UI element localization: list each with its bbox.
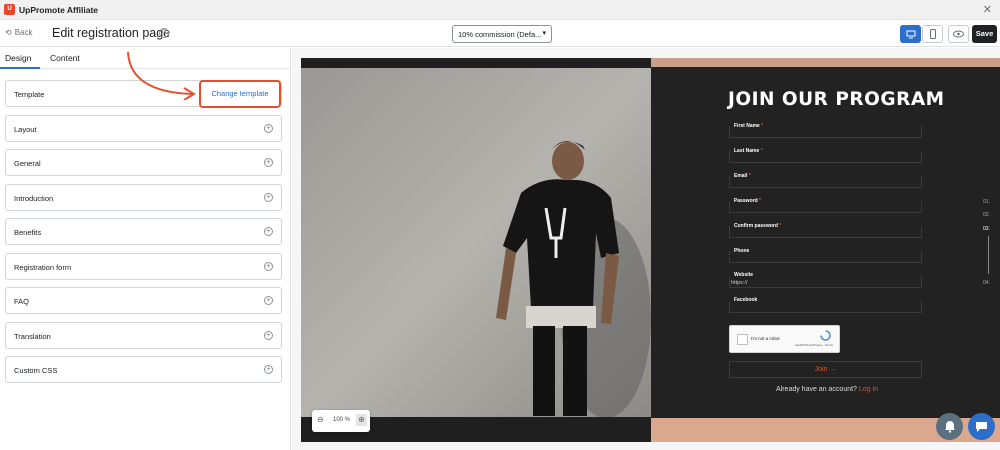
recaptcha-widget[interactable]: I'm not a robot reCAPTCHA Privacy - Term… bbox=[729, 325, 840, 353]
back-button[interactable]: ⟲ Back bbox=[5, 28, 33, 37]
section-label: Translation bbox=[14, 332, 51, 341]
website-input[interactable] bbox=[729, 276, 922, 288]
section-benefits[interactable]: Benefits + bbox=[5, 218, 282, 245]
chat-button[interactable] bbox=[968, 413, 995, 440]
panel-top-strip bbox=[651, 58, 1000, 67]
section-translation[interactable]: Translation + bbox=[5, 322, 282, 349]
chat-icon bbox=[976, 421, 987, 432]
already-text: Already have an account? bbox=[776, 386, 857, 393]
section-introduction[interactable]: Introduction + bbox=[5, 184, 282, 211]
last-name-input[interactable] bbox=[729, 151, 922, 163]
close-icon[interactable]: ✕ bbox=[983, 3, 992, 16]
join-label: Join bbox=[814, 366, 828, 373]
section-registration-form[interactable]: Registration form + bbox=[5, 253, 282, 280]
zoom-out-icon[interactable]: ⊖ bbox=[317, 415, 324, 424]
arrow-right-icon: → bbox=[829, 366, 837, 373]
phone-input[interactable] bbox=[729, 251, 922, 263]
facebook-input[interactable] bbox=[729, 301, 922, 313]
notification-button[interactable] bbox=[936, 413, 963, 440]
section-label: FAQ bbox=[14, 297, 30, 306]
recaptcha-icon bbox=[820, 330, 831, 341]
section-nav-02[interactable]: 02. bbox=[983, 212, 990, 218]
join-button[interactable]: Join → bbox=[729, 361, 922, 378]
section-label: General bbox=[14, 159, 41, 168]
section-label: Custom CSS bbox=[14, 366, 58, 375]
section-faq[interactable]: FAQ + bbox=[5, 287, 282, 314]
active-tab-indicator bbox=[0, 67, 40, 69]
page-title: Edit registration page bbox=[52, 26, 171, 40]
email-input[interactable] bbox=[729, 176, 922, 188]
form-title: JOIN OUR PROGRAM bbox=[728, 89, 945, 110]
zoom-in-icon[interactable]: ⊕ bbox=[356, 414, 367, 426]
mobile-view-button[interactable] bbox=[922, 25, 943, 43]
desktop-icon bbox=[906, 30, 915, 38]
back-label: Back bbox=[14, 28, 33, 37]
expand-icon[interactable]: + bbox=[264, 331, 273, 340]
zoom-control: ⊖ 100 % ⊕ bbox=[312, 410, 370, 432]
recaptcha-checkbox[interactable] bbox=[737, 334, 748, 345]
expand-icon[interactable]: + bbox=[264, 227, 273, 236]
section-label: Layout bbox=[14, 125, 37, 134]
website-input-value: https:// bbox=[731, 280, 748, 286]
back-arrow-icon: ⟲ bbox=[5, 28, 12, 37]
hero-photo bbox=[301, 58, 651, 442]
recaptcha-brand: reCAPTCHA Privacy - Terms bbox=[794, 343, 833, 347]
expand-icon[interactable]: + bbox=[264, 124, 273, 133]
first-name-input[interactable] bbox=[729, 126, 922, 138]
registration-panel bbox=[651, 58, 1000, 442]
section-general[interactable]: General + bbox=[5, 149, 282, 176]
section-label: Benefits bbox=[14, 228, 42, 237]
expand-icon[interactable]: + bbox=[264, 365, 273, 374]
login-link[interactable]: Log in bbox=[859, 386, 878, 393]
password-input[interactable] bbox=[729, 201, 922, 213]
section-label: Registration form bbox=[14, 263, 72, 272]
section-layout[interactable]: Layout + bbox=[5, 115, 282, 142]
confirm-password-input[interactable] bbox=[729, 226, 922, 238]
commission-select[interactable]: 10% commission (Defa... ▾ bbox=[452, 25, 552, 43]
section-nav-line bbox=[988, 236, 989, 274]
title-bar: U UpPromote Affiliate ✕ bbox=[0, 0, 1000, 20]
section-nav-04[interactable]: 04. bbox=[983, 280, 990, 286]
expand-icon[interactable]: + bbox=[264, 158, 273, 167]
section-label: Template bbox=[14, 90, 45, 99]
expand-icon[interactable]: + bbox=[264, 262, 273, 271]
section-nav-03[interactable]: 03. bbox=[983, 226, 990, 232]
expand-icon[interactable]: + bbox=[264, 193, 273, 202]
login-prompt: Already have an account? Log in bbox=[776, 386, 878, 393]
change-template-button[interactable]: Change template bbox=[199, 80, 281, 108]
desktop-view-button[interactable] bbox=[900, 25, 921, 43]
expand-icon[interactable]: + bbox=[264, 296, 273, 305]
section-label: Introduction bbox=[14, 194, 54, 203]
chevron-down-icon: ▾ bbox=[542, 30, 546, 37]
photo-top-strip bbox=[301, 58, 651, 68]
section-nav-01[interactable]: 01. bbox=[983, 199, 990, 205]
sidebar: Design Content bbox=[0, 48, 291, 450]
preview-button[interactable] bbox=[948, 25, 969, 43]
top-bar: ⟲ Back Edit registration page ? 10% comm… bbox=[0, 21, 1000, 47]
zoom-value: 100 % bbox=[333, 417, 351, 423]
mobile-icon bbox=[929, 29, 936, 39]
section-custom-css[interactable]: Custom CSS + bbox=[5, 356, 282, 383]
help-icon[interactable]: ? bbox=[159, 28, 169, 38]
annotation-arrow-icon bbox=[127, 51, 196, 100]
eye-icon bbox=[953, 30, 964, 38]
tab-content[interactable]: Content bbox=[50, 53, 80, 63]
bell-icon bbox=[944, 421, 955, 433]
commission-select-value: 10% commission (Defa... bbox=[458, 30, 542, 39]
save-button[interactable]: Save bbox=[972, 25, 997, 43]
person-photo-icon bbox=[301, 68, 651, 418]
app-logo-icon: U bbox=[4, 4, 15, 15]
app-title: UpPromote Affiliate bbox=[19, 4, 99, 15]
recaptcha-label: I'm not a robot bbox=[751, 336, 780, 341]
tab-design[interactable]: Design bbox=[5, 53, 31, 63]
